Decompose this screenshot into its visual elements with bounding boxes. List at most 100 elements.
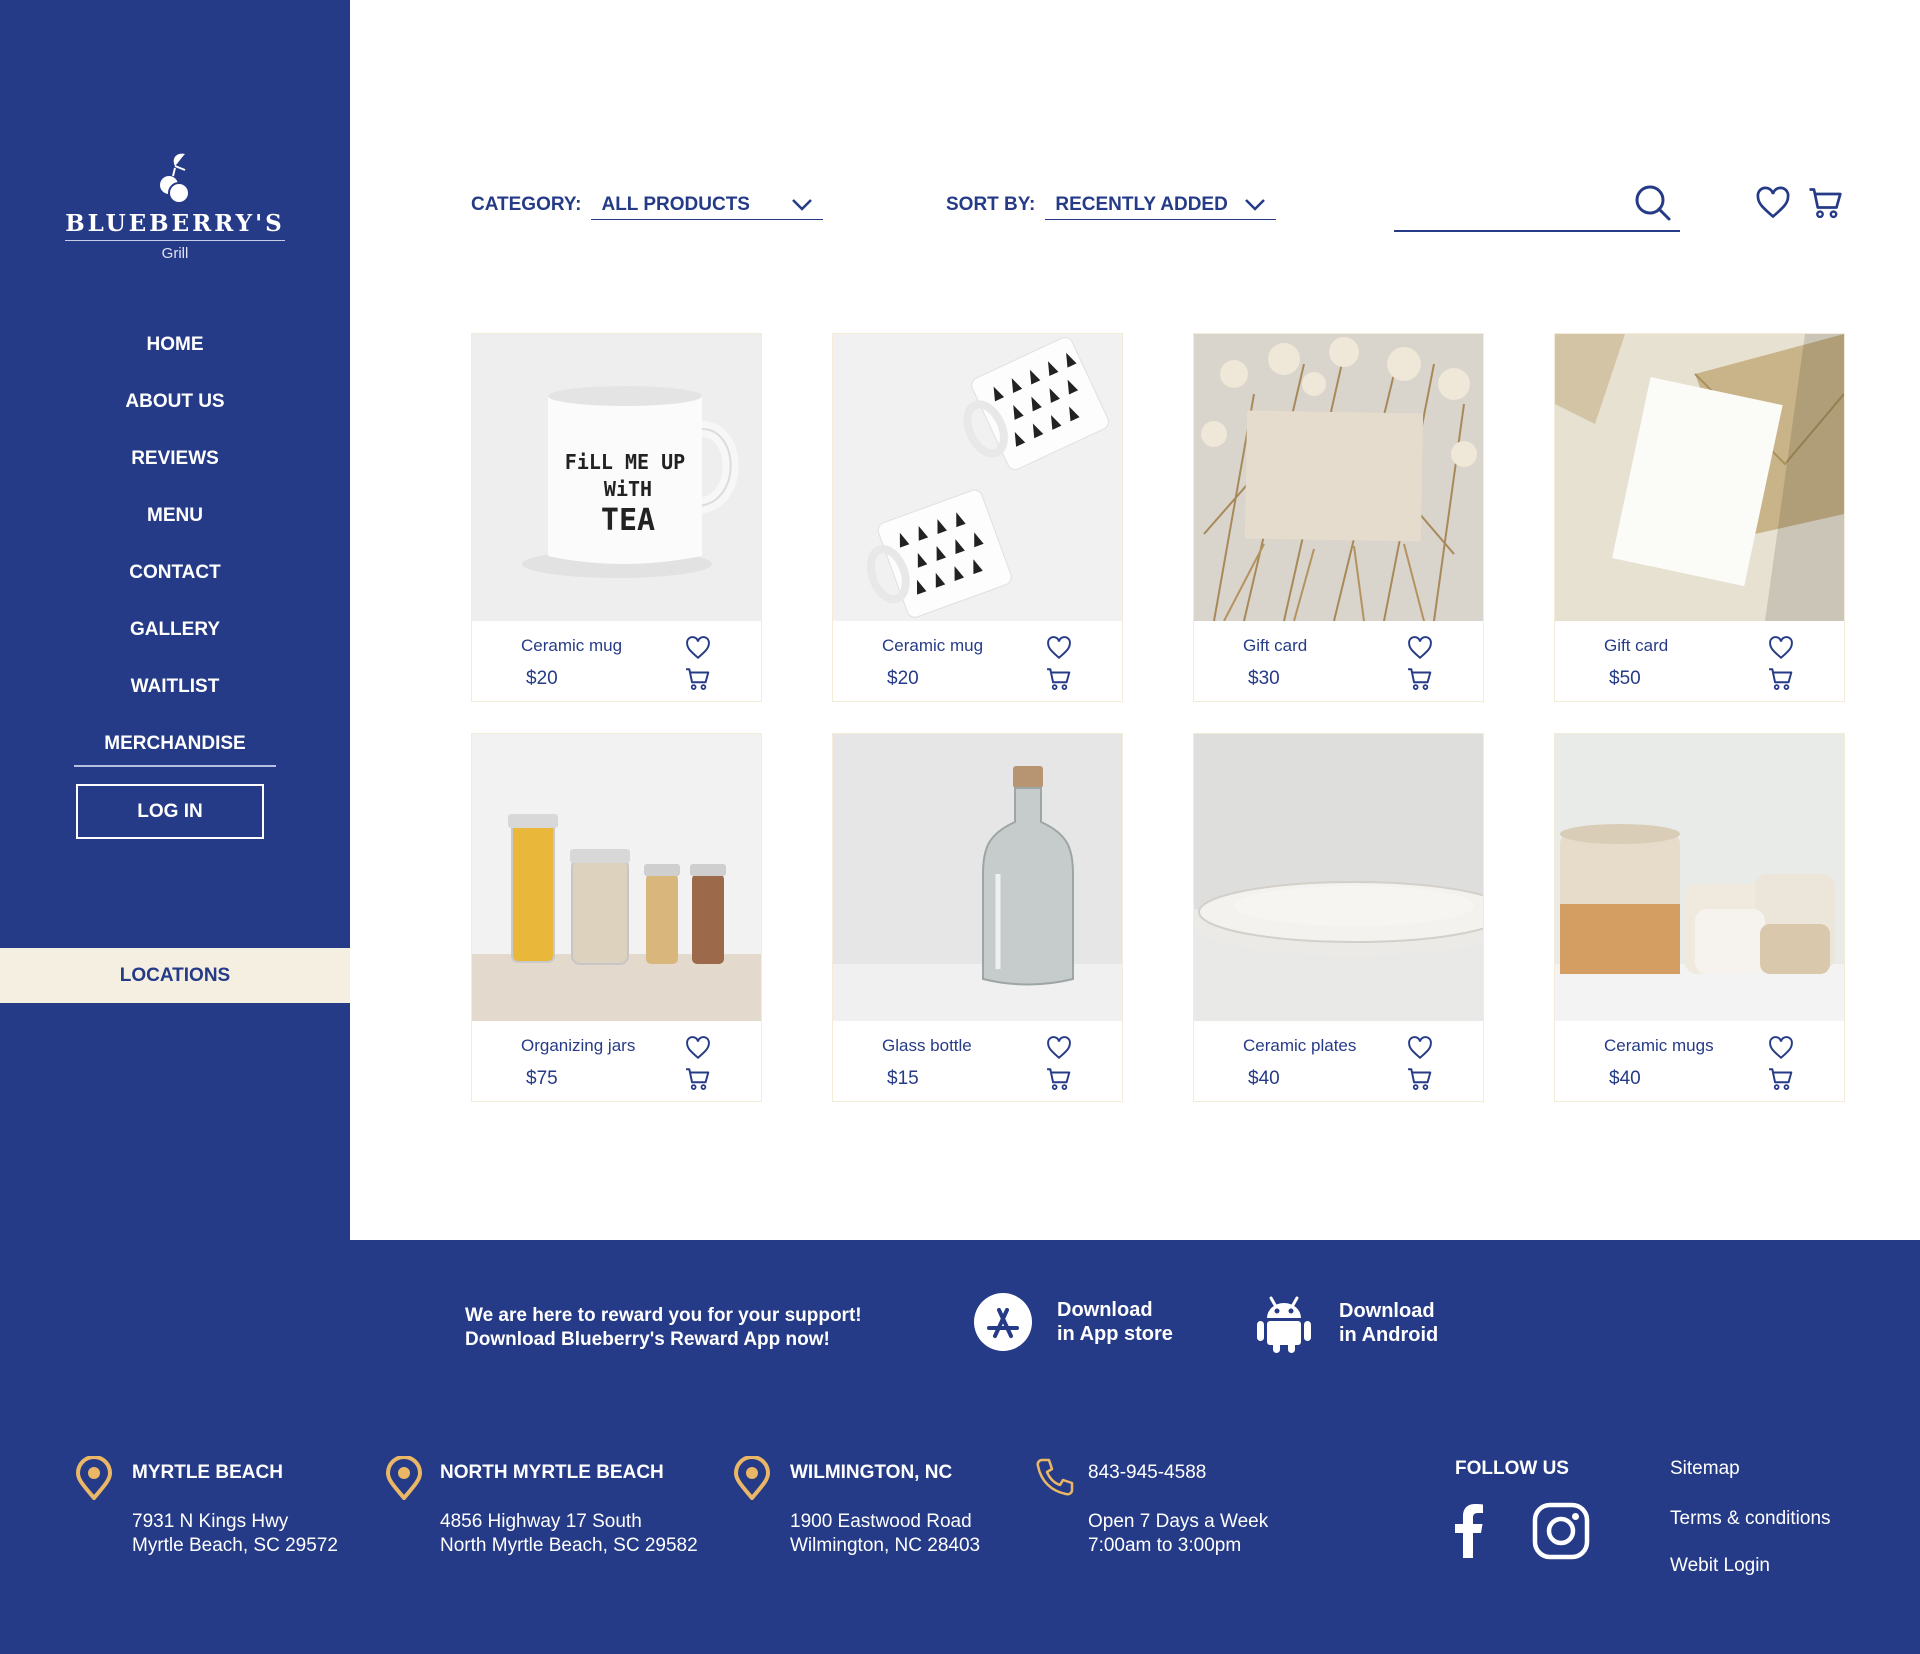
- nav-item-home[interactable]: HOME: [0, 330, 350, 387]
- sort-label: SORT BY:: [946, 194, 1036, 215]
- product-name[interactable]: Ceramic plates: [1243, 1036, 1356, 1056]
- sort-select[interactable]: RECENTLY ADDED: [1045, 190, 1277, 220]
- location-address-line-1: 7931 N Kings Hwy: [132, 1511, 289, 1532]
- add-to-cart-icon[interactable]: [1768, 1067, 1794, 1091]
- nav-item-merchandise[interactable]: MERCHANDISE: [74, 729, 276, 767]
- page: BLUEBERRY'S Grill HOME ABOUT US REVIEWS …: [0, 0, 1920, 1654]
- product-image-mugs-tree[interactable]: [833, 334, 1122, 621]
- wishlist-heart-icon[interactable]: [1755, 186, 1791, 220]
- sort-filter: SORT BY: RECENTLY ADDED: [946, 190, 1277, 220]
- nav-item-gallery[interactable]: GALLERY: [0, 615, 350, 672]
- chevron-down-icon: [1245, 198, 1266, 211]
- product-card[interactable]: Glass bottle $15: [832, 733, 1123, 1102]
- sort-value: RECENTLY ADDED: [1055, 193, 1228, 215]
- product-card[interactable]: FiLL ME UP WiTH TEA Ceramic mug $20: [471, 333, 762, 702]
- nav-item-reviews[interactable]: REVIEWS: [0, 444, 350, 501]
- location-address-line-1: 1900 Eastwood Road: [790, 1511, 972, 1532]
- footer: We are here to reward you for your suppo…: [0, 1240, 1920, 1654]
- add-to-wishlist-heart-icon[interactable]: [1407, 636, 1433, 660]
- add-to-wishlist-heart-icon[interactable]: [1407, 1036, 1433, 1060]
- app-store-download[interactable]: Download in App store: [973, 1292, 1173, 1352]
- add-to-cart-icon[interactable]: [1046, 1067, 1072, 1091]
- app-store-line-1: Download: [1057, 1299, 1153, 1321]
- product-image-glass-bottle[interactable]: [833, 734, 1122, 1021]
- location-address-line-2: Wilmington, NC 28403: [790, 1535, 981, 1556]
- promo-line-2: Download Blueberry's Reward App now!: [465, 1329, 830, 1350]
- product-image-gift-card-envelope[interactable]: [1555, 334, 1844, 621]
- location-title: WILMINGTON, NC: [790, 1462, 953, 1483]
- add-to-wishlist-heart-icon[interactable]: [1046, 1036, 1072, 1060]
- product-name[interactable]: Ceramic mugs: [1604, 1036, 1714, 1056]
- category-label: CATEGORY:: [471, 194, 582, 215]
- svg-text:FiLL ME UP: FiLL ME UP: [565, 450, 685, 474]
- product-name[interactable]: Gift card: [1604, 636, 1668, 656]
- location-address-line-1: 4856 Highway 17 South: [440, 1511, 642, 1532]
- add-to-wishlist-heart-icon[interactable]: [685, 1036, 711, 1060]
- phone-icon: [1036, 1458, 1074, 1496]
- terms-conditions-link[interactable]: Terms & conditions: [1670, 1508, 1831, 1530]
- nav-item-menu[interactable]: MENU: [0, 501, 350, 558]
- product-card[interactable]: Ceramic plates $40: [1193, 733, 1484, 1102]
- product-price: $50: [1609, 668, 1641, 689]
- svg-text:TEA: TEA: [601, 503, 655, 538]
- product-card[interactable]: Gift card $30: [1193, 333, 1484, 702]
- brand-logo[interactable]: BLUEBERRY'S Grill: [0, 150, 350, 262]
- add-to-cart-icon[interactable]: [685, 667, 711, 691]
- follow-us-heading: FOLLOW US: [1455, 1458, 1569, 1479]
- product-image-mug[interactable]: FiLL ME UP WiTH TEA: [472, 334, 761, 621]
- product-price: $75: [526, 1068, 558, 1089]
- add-to-cart-icon[interactable]: [1046, 667, 1072, 691]
- svg-text:WiTH: WiTH: [604, 477, 652, 501]
- product-card[interactable]: Ceramic mugs $40: [1554, 733, 1845, 1102]
- add-to-cart-icon[interactable]: [1768, 667, 1794, 691]
- product-image-jars[interactable]: [472, 734, 761, 1021]
- android-line-2: in Android: [1339, 1324, 1439, 1346]
- login-button[interactable]: LOG IN: [76, 784, 264, 839]
- location-title: MYRTLE BEACH: [132, 1462, 283, 1483]
- sidebar: BLUEBERRY'S Grill HOME ABOUT US REVIEWS …: [0, 0, 350, 1240]
- add-to-wishlist-heart-icon[interactable]: [685, 636, 711, 660]
- android-download[interactable]: Download in Android: [1253, 1292, 1438, 1354]
- product-price: $40: [1609, 1068, 1641, 1089]
- search-field[interactable]: [1394, 178, 1680, 232]
- location-title: NORTH MYRTLE BEACH: [440, 1462, 664, 1483]
- product-name[interactable]: Glass bottle: [882, 1036, 972, 1056]
- app-store-line-2: in App store: [1057, 1323, 1173, 1345]
- webit-login-link[interactable]: Webit Login: [1670, 1555, 1770, 1577]
- nav-item-about-us[interactable]: ABOUT US: [0, 387, 350, 444]
- product-name[interactable]: Organizing jars: [521, 1036, 635, 1056]
- instagram-icon[interactable]: [1532, 1502, 1590, 1560]
- product-name[interactable]: Ceramic mug: [882, 636, 983, 656]
- search-icon[interactable]: [1634, 184, 1672, 222]
- facebook-icon[interactable]: [1449, 1502, 1485, 1558]
- product-image-speckled-mugs[interactable]: [1555, 734, 1844, 1021]
- product-price: $15: [887, 1068, 919, 1089]
- nav-item-waitlist[interactable]: WAITLIST: [0, 672, 350, 729]
- product-card[interactable]: Organizing jars $75: [471, 733, 762, 1102]
- nav-item-contact[interactable]: CONTACT: [0, 558, 350, 615]
- promo-line-1: We are here to reward you for your suppo…: [465, 1305, 862, 1326]
- product-price: $40: [1248, 1068, 1280, 1089]
- product-card[interactable]: Gift card $50: [1554, 333, 1845, 702]
- android-line-1: Download: [1339, 1300, 1435, 1322]
- add-to-cart-icon[interactable]: [1407, 1067, 1433, 1091]
- add-to-wishlist-heart-icon[interactable]: [1046, 636, 1072, 660]
- add-to-cart-icon[interactable]: [685, 1067, 711, 1091]
- product-name[interactable]: Ceramic mug: [521, 636, 622, 656]
- product-image-gift-card-flowers[interactable]: [1194, 334, 1483, 621]
- add-to-wishlist-heart-icon[interactable]: [1768, 636, 1794, 660]
- product-card[interactable]: Ceramic mug $20: [832, 333, 1123, 702]
- category-select[interactable]: ALL PRODUCTS: [591, 190, 824, 220]
- add-to-cart-icon[interactable]: [1407, 667, 1433, 691]
- product-name[interactable]: Gift card: [1243, 636, 1307, 656]
- sitemap-link[interactable]: Sitemap: [1670, 1458, 1740, 1480]
- product-price: $30: [1248, 668, 1280, 689]
- phone-number[interactable]: 843-945-4588: [1088, 1462, 1206, 1484]
- category-filter: CATEGORY: ALL PRODUCTS: [471, 190, 824, 220]
- hours-line-2: 7:00am to 3:00pm: [1088, 1535, 1242, 1556]
- add-to-wishlist-heart-icon[interactable]: [1768, 1036, 1794, 1060]
- locations-button[interactable]: LOCATIONS: [0, 948, 350, 1003]
- main-nav: HOME ABOUT US REVIEWS MENU CONTACT GALLE…: [0, 330, 350, 767]
- product-image-plates[interactable]: [1194, 734, 1483, 1021]
- shopping-cart-icon[interactable]: [1808, 186, 1844, 220]
